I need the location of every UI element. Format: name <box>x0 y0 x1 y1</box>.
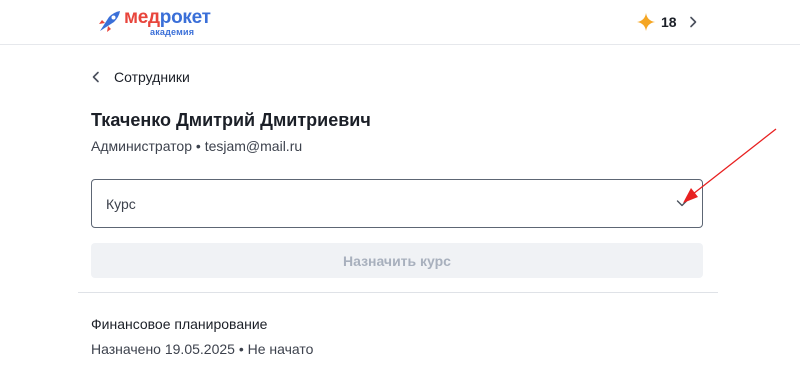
points-count: 18 <box>661 14 677 30</box>
chevron-left-icon <box>92 71 99 83</box>
star-icon <box>637 13 655 31</box>
assigned-course-item[interactable]: Финансовое планирование Назначено 19.05.… <box>91 316 313 357</box>
logo-wordmark-part1: мед <box>124 6 160 28</box>
back-link-label: Сотрудники <box>114 69 190 85</box>
logo-wordmark: мед рокет <box>124 8 211 27</box>
employee-name: Ткаченко Дмитрий Дмитриевич <box>91 110 371 130</box>
medroket-logo[interactable]: мед рокет академия <box>96 6 211 38</box>
logo-subtitle: академия <box>150 26 195 37</box>
top-header: мед рокет академия 18 <box>0 0 800 45</box>
course-select[interactable]: Курс <box>91 179 703 228</box>
logo-text: мед рокет академия <box>124 8 211 37</box>
points-widget[interactable]: 18 <box>636 11 698 33</box>
logo-wordmark-part2: рокет <box>159 6 211 28</box>
section-divider <box>78 292 718 293</box>
rocket-logo-icon <box>99 11 120 32</box>
chevron-right-icon <box>689 16 696 28</box>
employee-role-email: Администратор • tesjam@mail.ru <box>91 138 303 154</box>
assign-course-button[interactable]: Назначить курс <box>91 243 703 278</box>
course-select-label: Курс <box>106 196 136 212</box>
back-to-employees-link[interactable]: Сотрудники <box>91 66 190 88</box>
chevron-down-icon <box>676 200 688 207</box>
assigned-course-title: Финансовое планирование <box>91 316 268 332</box>
assigned-course-status: Назначено 19.05.2025 • Не начато <box>91 341 314 357</box>
